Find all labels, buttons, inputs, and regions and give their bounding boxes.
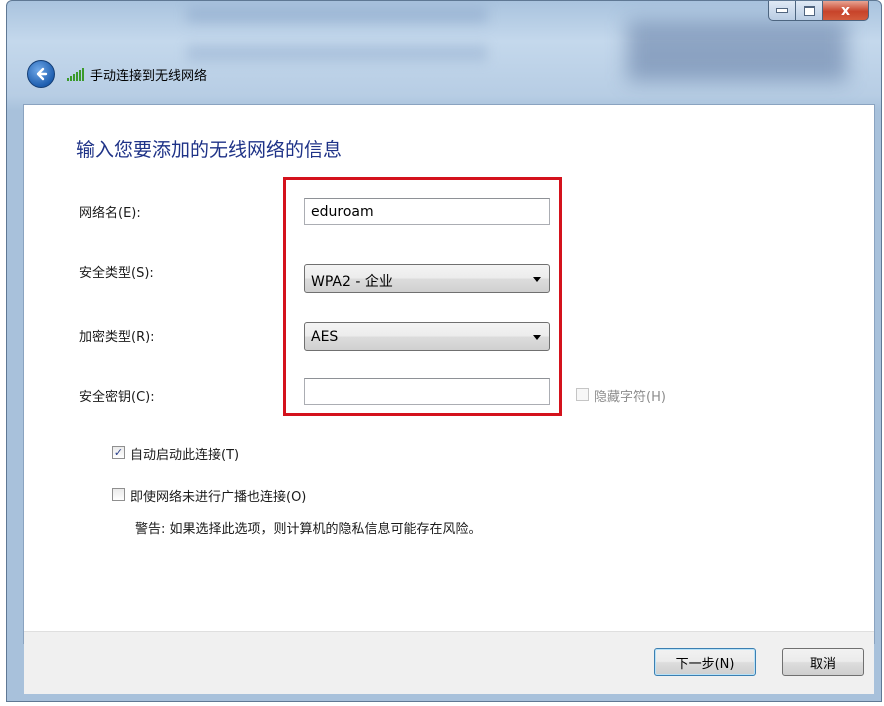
back-arrow-icon	[36, 67, 48, 81]
page-heading: 输入您要添加的无线网络的信息	[76, 139, 343, 161]
dialog-footer: 下一步(N) 取消	[24, 631, 874, 694]
encryption-type-value: AES	[311, 329, 339, 345]
background-blur	[187, 7, 487, 23]
security-type-label: 安全类型(S):	[79, 266, 154, 281]
security-type-select[interactable]: WPA2 - 企业	[304, 264, 550, 293]
hide-chars-label: 隐藏字符(H)	[594, 390, 666, 405]
window-controls: x	[768, 1, 869, 21]
hide-chars-checkbox[interactable]	[576, 388, 589, 401]
maximize-button[interactable]	[796, 1, 823, 21]
wireless-signal-icon	[67, 67, 84, 81]
cancel-button[interactable]: 取消	[782, 648, 864, 676]
dialog-window: x 手动连接到无线网络 输入您要添加的无线网络的信息 网络名(E): eduro…	[6, 0, 882, 702]
checkmark-icon: ✓	[113, 446, 124, 459]
security-key-label: 安全密钥(C):	[79, 390, 155, 405]
window-title: 手动连接到无线网络	[90, 68, 208, 84]
security-key-input[interactable]	[304, 378, 550, 405]
close-button[interactable]: x	[823, 1, 869, 21]
encryption-type-label: 加密类型(R):	[79, 330, 155, 345]
network-name-input[interactable]: eduroam	[304, 198, 550, 225]
dropdown-arrow-icon	[533, 277, 541, 282]
close-icon: x	[840, 2, 851, 19]
network-name-label: 网络名(E):	[79, 206, 141, 221]
dropdown-arrow-icon	[533, 335, 541, 340]
minimize-button[interactable]	[768, 1, 796, 21]
connect-hidden-label: 即使网络未进行广播也连接(O)	[130, 490, 307, 505]
maximize-icon	[803, 5, 815, 16]
dialog-content: 输入您要添加的无线网络的信息 网络名(E): eduroam 安全类型(S): …	[23, 104, 875, 694]
auto-connect-checkbox[interactable]: ✓	[112, 446, 125, 459]
next-button[interactable]: 下一步(N)	[654, 648, 756, 676]
back-button[interactable]	[27, 60, 55, 88]
background-blur	[627, 21, 847, 81]
title-bar: 手动连接到无线网络	[27, 59, 207, 89]
security-type-value: WPA2 - 企业	[311, 274, 393, 290]
warning-text: 警告: 如果选择此选项，则计算机的隐私信息可能存在风险。	[135, 522, 482, 537]
connect-hidden-checkbox[interactable]	[112, 488, 125, 501]
background-blur	[187, 45, 487, 61]
auto-connect-label: 自动启动此连接(T)	[130, 448, 240, 463]
minimize-icon	[776, 8, 788, 13]
encryption-type-select[interactable]: AES	[304, 322, 550, 351]
